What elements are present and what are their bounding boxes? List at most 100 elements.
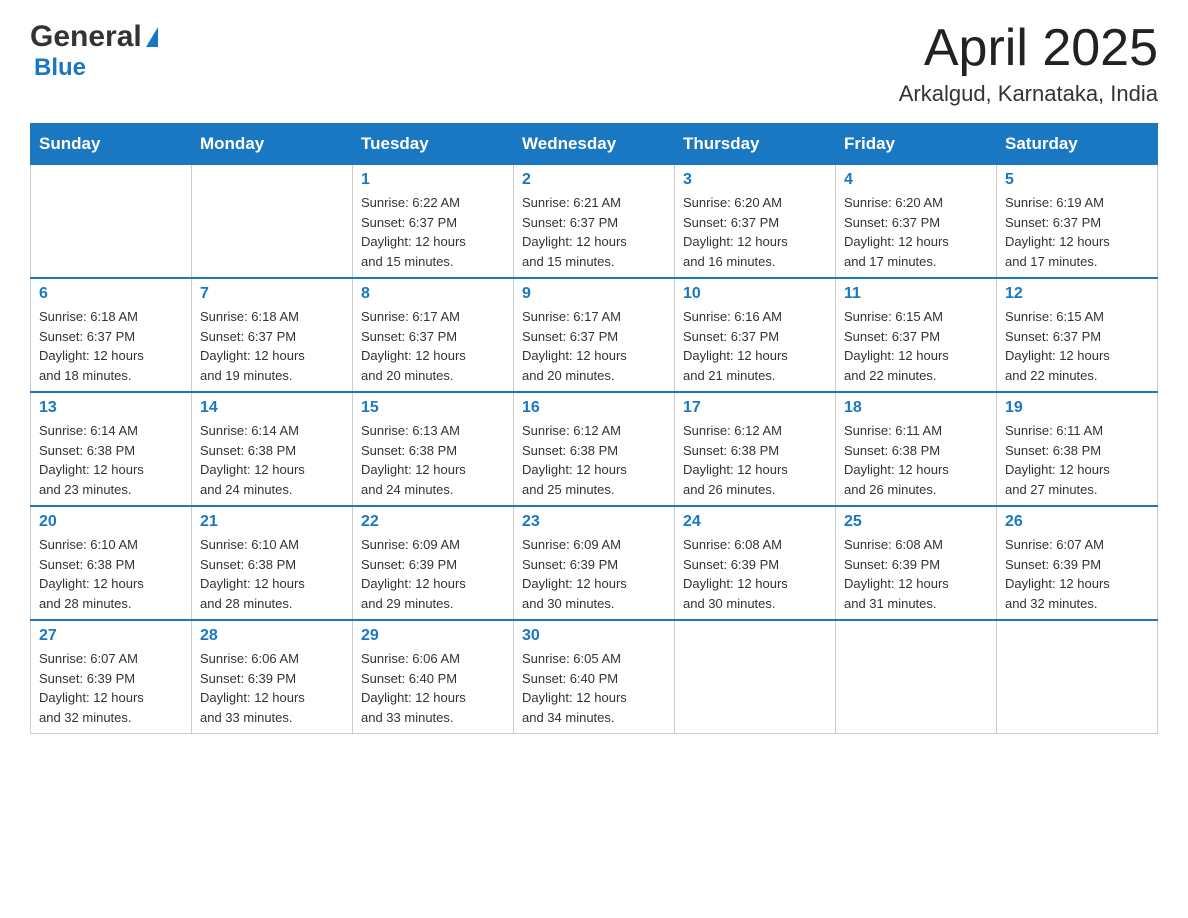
title-area: April 2025 Arkalgud, Karnataka, India — [899, 20, 1158, 107]
day-number: 24 — [683, 513, 827, 531]
day-info: Sunrise: 6:08 AM Sunset: 6:39 PM Dayligh… — [683, 535, 827, 613]
day-info: Sunrise: 6:07 AM Sunset: 6:39 PM Dayligh… — [39, 649, 183, 727]
calendar-body: 1 Sunrise: 6:22 AM Sunset: 6:37 PM Daylig… — [31, 165, 1158, 734]
day-number: 28 — [200, 627, 344, 645]
calendar-cell: 18 Sunrise: 6:11 AM Sunset: 6:38 PM Dayli… — [836, 392, 997, 506]
calendar-cell: 11Sunrise: 6:15 AM Sunset: 6:37 PM Dayli… — [836, 278, 997, 392]
day-info: Sunrise: 6:20 AM Sunset: 6:37 PM Dayligh… — [844, 193, 988, 271]
day-info: Sunrise: 6:16 AM Sunset: 6:37 PM Dayligh… — [683, 307, 827, 385]
day-number: 30 — [522, 627, 666, 645]
day-number: 16 — [522, 399, 666, 417]
day-number: 13 — [39, 399, 183, 417]
header: General Blue April 2025 Arkalgud, Karnat… — [30, 20, 1158, 107]
calendar-cell — [31, 165, 192, 279]
day-number: 10 — [683, 285, 827, 303]
day-info: Sunrise: 6:12 AM Sunset: 6:38 PM Dayligh… — [522, 421, 666, 499]
calendar-cell: 7Sunrise: 6:18 AM Sunset: 6:37 PM Daylig… — [192, 278, 353, 392]
calendar-cell: 23 Sunrise: 6:09 AM Sunset: 6:39 PM Dayli… — [514, 506, 675, 620]
calendar-cell: 17 Sunrise: 6:12 AM Sunset: 6:38 PM Dayli… — [675, 392, 836, 506]
calendar-cell: 28Sunrise: 6:06 AM Sunset: 6:39 PM Dayli… — [192, 620, 353, 734]
day-number: 8 — [361, 285, 505, 303]
day-number: 26 — [1005, 513, 1149, 531]
day-info: Sunrise: 6:09 AM Sunset: 6:39 PM Dayligh… — [522, 535, 666, 613]
calendar-cell: 29 Sunrise: 6:06 AM Sunset: 6:40 PM Dayli… — [353, 620, 514, 734]
day-number: 17 — [683, 399, 827, 417]
day-number: 1 — [361, 171, 505, 189]
day-info: Sunrise: 6:13 AM Sunset: 6:38 PM Dayligh… — [361, 421, 505, 499]
day-number: 14 — [200, 399, 344, 417]
weekday-header-tuesday: Tuesday — [353, 124, 514, 165]
weekday-header-saturday: Saturday — [997, 124, 1158, 165]
day-info: Sunrise: 6:11 AM Sunset: 6:38 PM Dayligh… — [1005, 421, 1149, 499]
calendar-cell: 2 Sunrise: 6:21 AM Sunset: 6:37 PM Daylig… — [514, 165, 675, 279]
day-number: 3 — [683, 171, 827, 189]
day-info: Sunrise: 6:18 AM Sunset: 6:37 PM Dayligh… — [39, 307, 183, 385]
logo-blue-text: Blue — [34, 54, 86, 81]
calendar-week-4: 20Sunrise: 6:10 AM Sunset: 6:38 PM Dayli… — [31, 506, 1158, 620]
calendar-cell: 3Sunrise: 6:20 AM Sunset: 6:37 PM Daylig… — [675, 165, 836, 279]
calendar-cell: 1 Sunrise: 6:22 AM Sunset: 6:37 PM Daylig… — [353, 165, 514, 279]
calendar-cell: 8 Sunrise: 6:17 AM Sunset: 6:37 PM Daylig… — [353, 278, 514, 392]
day-info: Sunrise: 6:10 AM Sunset: 6:38 PM Dayligh… — [200, 535, 344, 613]
calendar-header: SundayMondayTuesdayWednesdayThursdayFrid… — [31, 124, 1158, 165]
calendar-cell: 22Sunrise: 6:09 AM Sunset: 6:39 PM Dayli… — [353, 506, 514, 620]
day-info: Sunrise: 6:07 AM Sunset: 6:39 PM Dayligh… — [1005, 535, 1149, 613]
calendar-cell: 20Sunrise: 6:10 AM Sunset: 6:38 PM Dayli… — [31, 506, 192, 620]
calendar-cell: 26 Sunrise: 6:07 AM Sunset: 6:39 PM Dayli… — [997, 506, 1158, 620]
calendar-cell: 13 Sunrise: 6:14 AM Sunset: 6:38 PM Dayli… — [31, 392, 192, 506]
logo-triangle-icon — [146, 27, 158, 47]
day-number: 9 — [522, 285, 666, 303]
calendar-cell: 5 Sunrise: 6:19 AM Sunset: 6:37 PM Daylig… — [997, 165, 1158, 279]
calendar-cell: 4 Sunrise: 6:20 AM Sunset: 6:37 PM Daylig… — [836, 165, 997, 279]
day-info: Sunrise: 6:08 AM Sunset: 6:39 PM Dayligh… — [844, 535, 988, 613]
calendar-cell: 24 Sunrise: 6:08 AM Sunset: 6:39 PM Dayli… — [675, 506, 836, 620]
calendar-week-2: 6 Sunrise: 6:18 AM Sunset: 6:37 PM Daylig… — [31, 278, 1158, 392]
calendar-cell: 12Sunrise: 6:15 AM Sunset: 6:37 PM Dayli… — [997, 278, 1158, 392]
day-number: 23 — [522, 513, 666, 531]
day-number: 2 — [522, 171, 666, 189]
calendar-cell: 25Sunrise: 6:08 AM Sunset: 6:39 PM Dayli… — [836, 506, 997, 620]
day-info: Sunrise: 6:22 AM Sunset: 6:37 PM Dayligh… — [361, 193, 505, 271]
day-info: Sunrise: 6:21 AM Sunset: 6:37 PM Dayligh… — [522, 193, 666, 271]
weekday-header-thursday: Thursday — [675, 124, 836, 165]
day-info: Sunrise: 6:10 AM Sunset: 6:38 PM Dayligh… — [39, 535, 183, 613]
day-number: 11 — [844, 285, 988, 303]
day-info: Sunrise: 6:19 AM Sunset: 6:37 PM Dayligh… — [1005, 193, 1149, 271]
weekday-header-wednesday: Wednesday — [514, 124, 675, 165]
day-info: Sunrise: 6:05 AM Sunset: 6:40 PM Dayligh… — [522, 649, 666, 727]
day-info: Sunrise: 6:09 AM Sunset: 6:39 PM Dayligh… — [361, 535, 505, 613]
day-number: 15 — [361, 399, 505, 417]
weekday-header-friday: Friday — [836, 124, 997, 165]
day-number: 19 — [1005, 399, 1149, 417]
calendar-cell: 16 Sunrise: 6:12 AM Sunset: 6:38 PM Dayli… — [514, 392, 675, 506]
calendar-cell — [192, 165, 353, 279]
calendar-table: SundayMondayTuesdayWednesdayThursdayFrid… — [30, 123, 1158, 734]
day-info: Sunrise: 6:17 AM Sunset: 6:37 PM Dayligh… — [361, 307, 505, 385]
calendar-cell: 10 Sunrise: 6:16 AM Sunset: 6:37 PM Dayli… — [675, 278, 836, 392]
day-info: Sunrise: 6:14 AM Sunset: 6:38 PM Dayligh… — [39, 421, 183, 499]
calendar-cell: 27Sunrise: 6:07 AM Sunset: 6:39 PM Dayli… — [31, 620, 192, 734]
calendar-cell: 14 Sunrise: 6:14 AM Sunset: 6:38 PM Dayli… — [192, 392, 353, 506]
day-info: Sunrise: 6:12 AM Sunset: 6:38 PM Dayligh… — [683, 421, 827, 499]
calendar-cell — [997, 620, 1158, 734]
day-number: 4 — [844, 171, 988, 189]
weekday-header-sunday: Sunday — [31, 124, 192, 165]
day-number: 5 — [1005, 171, 1149, 189]
day-number: 6 — [39, 285, 183, 303]
logo: General Blue — [30, 20, 158, 82]
day-number: 18 — [844, 399, 988, 417]
calendar-cell: 19 Sunrise: 6:11 AM Sunset: 6:38 PM Dayli… — [997, 392, 1158, 506]
calendar-week-3: 13 Sunrise: 6:14 AM Sunset: 6:38 PM Dayli… — [31, 392, 1158, 506]
day-info: Sunrise: 6:14 AM Sunset: 6:38 PM Dayligh… — [200, 421, 344, 499]
day-info: Sunrise: 6:06 AM Sunset: 6:40 PM Dayligh… — [361, 649, 505, 727]
calendar-subtitle: Arkalgud, Karnataka, India — [899, 81, 1158, 107]
day-number: 12 — [1005, 285, 1149, 303]
weekday-header-row: SundayMondayTuesdayWednesdayThursdayFrid… — [31, 124, 1158, 165]
day-info: Sunrise: 6:18 AM Sunset: 6:37 PM Dayligh… — [200, 307, 344, 385]
calendar-week-1: 1 Sunrise: 6:22 AM Sunset: 6:37 PM Daylig… — [31, 165, 1158, 279]
logo-general-text: General — [30, 20, 142, 54]
day-number: 21 — [200, 513, 344, 531]
day-number: 29 — [361, 627, 505, 645]
day-info: Sunrise: 6:11 AM Sunset: 6:38 PM Dayligh… — [844, 421, 988, 499]
calendar-cell: 15 Sunrise: 6:13 AM Sunset: 6:38 PM Dayli… — [353, 392, 514, 506]
